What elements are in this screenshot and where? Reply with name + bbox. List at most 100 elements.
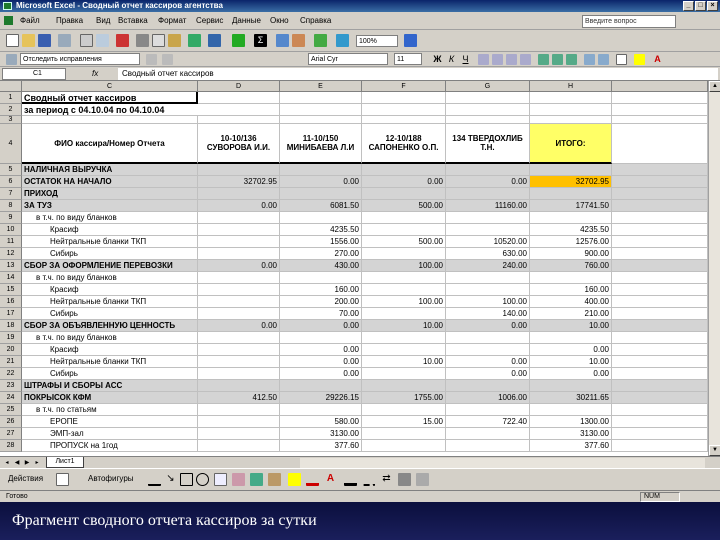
value-cell[interactable] — [198, 332, 280, 344]
line-style-icon[interactable] — [344, 473, 357, 486]
cell[interactable] — [612, 332, 708, 344]
value-cell[interactable]: 1556.00 — [280, 236, 362, 248]
row-header[interactable]: 2 — [0, 104, 22, 116]
cell[interactable] — [612, 248, 708, 260]
value-cell[interactable]: 11160.00 — [446, 200, 530, 212]
value-cell[interactable]: 6081.50 — [280, 200, 362, 212]
value-cell[interactable]: 630.00 — [446, 248, 530, 260]
value-cell[interactable]: 70.00 — [280, 308, 362, 320]
value-cell[interactable] — [362, 380, 446, 392]
row-label[interactable]: Красиф — [22, 224, 198, 236]
cell[interactable] — [280, 92, 362, 104]
hyperlink-icon[interactable] — [232, 34, 245, 47]
row-header[interactable]: 1 — [0, 92, 22, 104]
copy-icon[interactable] — [152, 34, 165, 47]
row-label[interactable]: ПОКРЫСОК КФМ — [22, 392, 198, 404]
row-header[interactable]: 21 — [0, 356, 22, 368]
value-cell[interactable] — [198, 272, 280, 284]
autosum-icon[interactable]: Σ — [254, 34, 267, 47]
value-cell[interactable]: 100.00 — [446, 296, 530, 308]
value-cell[interactable] — [198, 248, 280, 260]
value-cell[interactable]: 240.00 — [446, 260, 530, 272]
row-label[interactable]: ПРИХОД — [22, 188, 198, 200]
value-cell[interactable]: 760.00 — [530, 260, 612, 272]
value-cell[interactable] — [446, 284, 530, 296]
preview-icon[interactable] — [96, 34, 109, 47]
cell[interactable] — [612, 404, 708, 416]
value-cell[interactable]: 4235.50 — [530, 224, 612, 236]
increase-indent-icon[interactable] — [598, 54, 609, 65]
row-header[interactable]: 16 — [0, 296, 22, 308]
next-sheet-icon[interactable]: ▶ — [22, 458, 32, 468]
value-cell[interactable]: 160.00 — [280, 284, 362, 296]
value-cell[interactable] — [446, 164, 530, 176]
dash-style-icon[interactable] — [362, 473, 375, 486]
value-cell[interactable] — [198, 344, 280, 356]
clipart-icon[interactable] — [268, 473, 281, 486]
value-cell[interactable] — [362, 428, 446, 440]
value-cell[interactable] — [198, 368, 280, 380]
new-icon[interactable] — [6, 34, 19, 47]
cell[interactable] — [612, 224, 708, 236]
vertical-scrollbar[interactable]: ▲ ▼ — [708, 81, 720, 456]
value-cell[interactable]: 100.00 — [362, 260, 446, 272]
font-size-select[interactable]: 11 — [394, 53, 422, 65]
column-header-h[interactable]: H — [530, 81, 612, 92]
row-label[interactable]: Сибирь — [22, 368, 198, 380]
cell[interactable] — [612, 428, 708, 440]
spelling-icon[interactable] — [116, 34, 129, 47]
cell[interactable] — [530, 92, 612, 104]
value-cell[interactable] — [446, 404, 530, 416]
menu-help[interactable]: Справка — [300, 15, 331, 26]
row-header[interactable]: 25 — [0, 404, 22, 416]
cell[interactable] — [612, 200, 708, 212]
row-header[interactable]: 6 — [0, 176, 22, 188]
row-label[interactable]: ОСТАТОК НА НАЧАЛО — [22, 176, 198, 188]
shadow-icon[interactable] — [398, 473, 411, 486]
value-cell[interactable] — [280, 332, 362, 344]
row-label[interactable]: ЭМП-зал — [22, 428, 198, 440]
value-cell[interactable]: 3130.00 — [530, 428, 612, 440]
permission-icon[interactable] — [58, 34, 71, 47]
value-cell[interactable]: 32702.95 — [530, 176, 612, 188]
bold-icon[interactable]: Ж — [432, 54, 443, 65]
menu-insert[interactable]: Вставка — [118, 15, 148, 26]
value-cell[interactable] — [198, 380, 280, 392]
last-sheet-icon[interactable]: ▸ — [32, 458, 42, 468]
value-cell[interactable]: 500.00 — [362, 200, 446, 212]
row-label[interactable]: НАЛИЧНАЯ ВЫРУЧКА — [22, 164, 198, 176]
value-cell[interactable]: 32702.95 — [198, 176, 280, 188]
menu-data[interactable]: Данные — [232, 15, 261, 26]
column-header-f[interactable]: F — [362, 81, 446, 92]
row-header[interactable]: 20 — [0, 344, 22, 356]
draw-font-color-icon[interactable]: A — [324, 473, 337, 486]
cell[interactable] — [612, 92, 708, 104]
value-cell[interactable] — [530, 380, 612, 392]
print-icon[interactable] — [80, 34, 93, 47]
chart-wizard-icon[interactable] — [314, 34, 327, 47]
value-cell[interactable]: 900.00 — [530, 248, 612, 260]
sort-descending-icon[interactable] — [292, 34, 305, 47]
select-objects-icon[interactable] — [56, 473, 69, 486]
value-cell[interactable]: 0.00 — [198, 200, 280, 212]
value-cell[interactable] — [362, 272, 446, 284]
row-header[interactable]: 18 — [0, 320, 22, 332]
value-cell[interactable]: 430.00 — [280, 260, 362, 272]
value-cell[interactable] — [446, 344, 530, 356]
value-cell[interactable] — [362, 344, 446, 356]
row-label[interactable]: ПРОПУСК на 1год — [22, 440, 198, 452]
column-header-c[interactable]: C — [22, 81, 198, 92]
comment-icon[interactable] — [146, 54, 157, 65]
cell[interactable] — [612, 176, 708, 188]
value-cell[interactable]: 412.50 — [198, 392, 280, 404]
value-cell[interactable] — [530, 212, 612, 224]
value-cell[interactable] — [198, 188, 280, 200]
menu-view[interactable]: Вид — [96, 15, 110, 26]
value-cell[interactable] — [362, 212, 446, 224]
scroll-up-icon[interactable]: ▲ — [709, 81, 720, 92]
value-cell[interactable]: 1300.00 — [530, 416, 612, 428]
row-header[interactable]: 19 — [0, 332, 22, 344]
wordart-icon[interactable] — [232, 473, 245, 486]
cell[interactable] — [612, 308, 708, 320]
value-cell[interactable] — [446, 332, 530, 344]
